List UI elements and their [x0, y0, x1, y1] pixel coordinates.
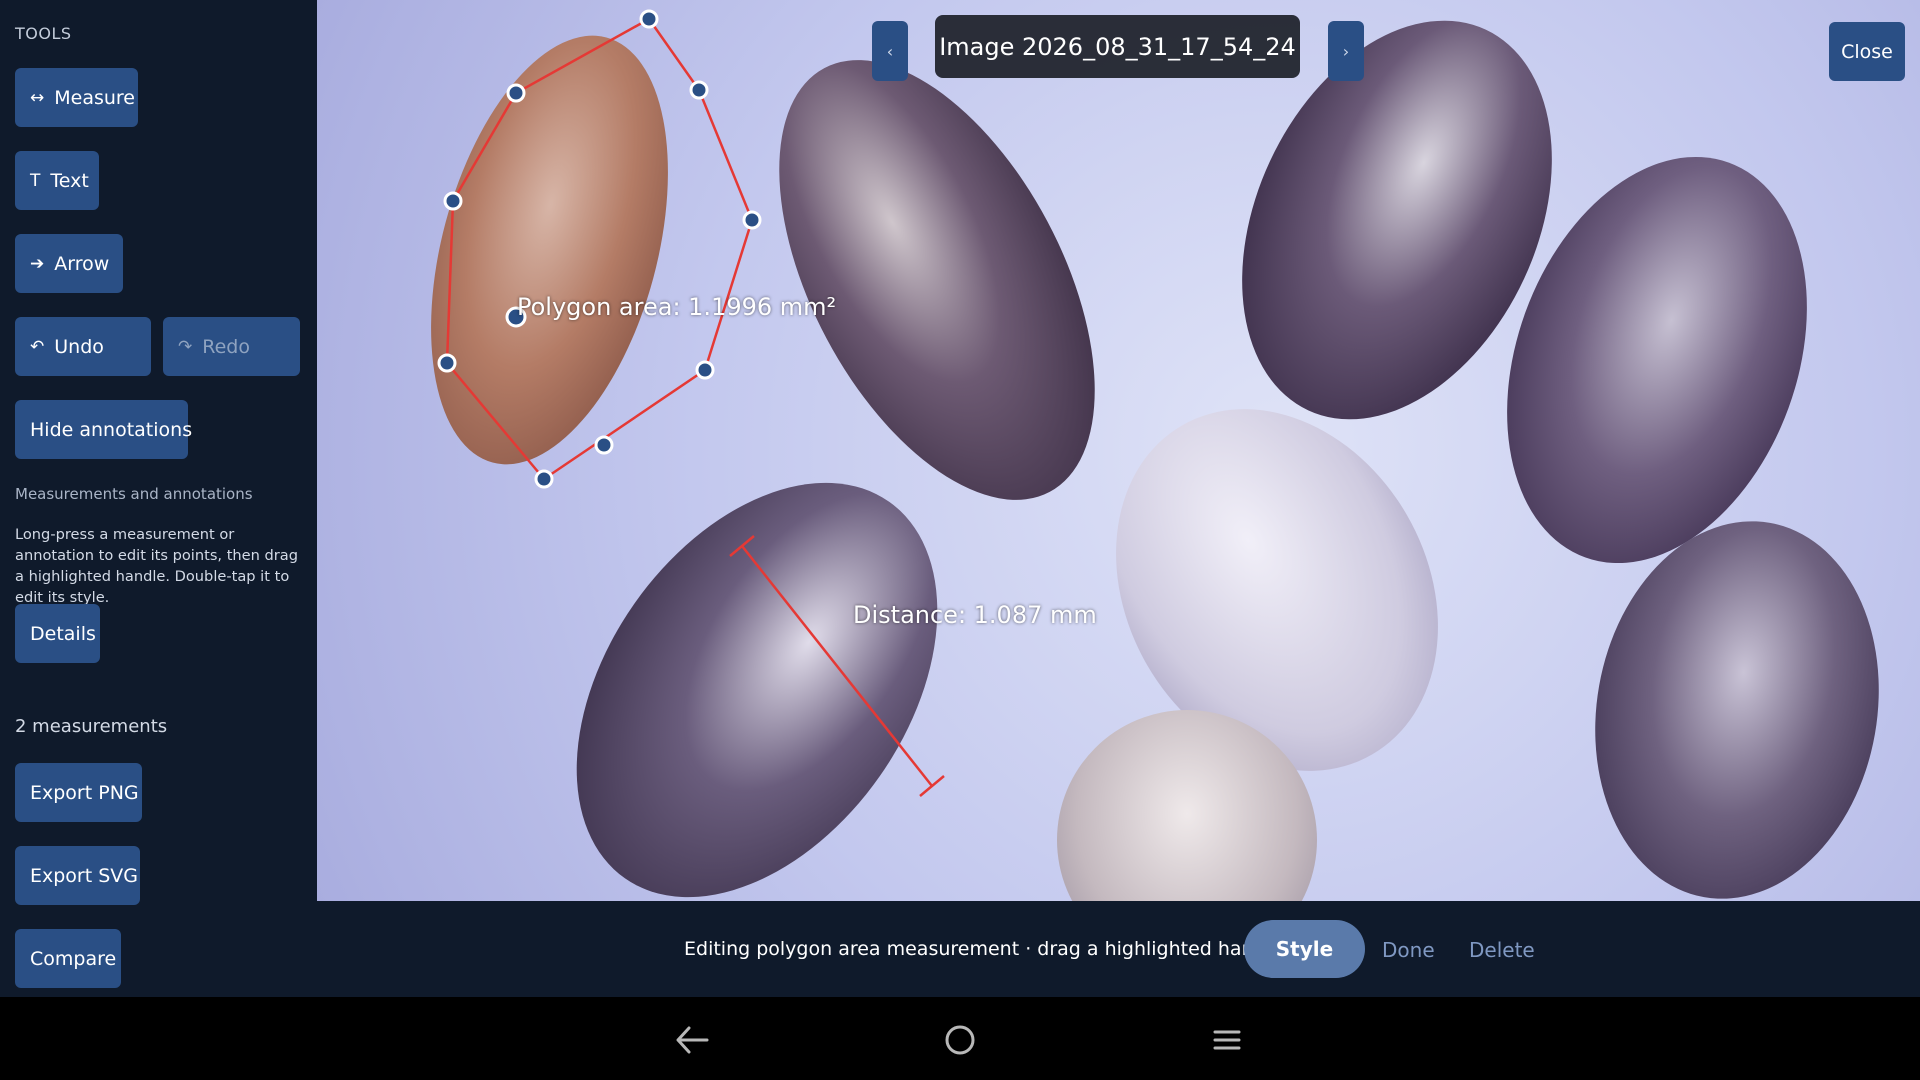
- undo-button[interactable]: ↶ Undo: [15, 317, 151, 376]
- polygon-handle[interactable]: [443, 191, 463, 211]
- arrow-button[interactable]: ➔ Arrow: [15, 234, 123, 293]
- text-label: Text: [50, 169, 89, 192]
- arrow-icon: ➔: [30, 253, 45, 274]
- distance-measurement[interactable]: [729, 535, 945, 797]
- hide-annotations-button[interactable]: Hide annotations: [15, 400, 192, 459]
- polygon-handle[interactable]: [534, 469, 554, 489]
- polygon-handles: [437, 9, 762, 489]
- previous-image-button[interactable]: ‹: [872, 21, 908, 81]
- polygon-handle[interactable]: [695, 360, 715, 380]
- polygon-handle[interactable]: [506, 83, 526, 103]
- home-icon[interactable]: [940, 1020, 980, 1060]
- help-text: Long-press a measurement or annotation t…: [15, 526, 299, 606]
- measure-label: Measure: [54, 86, 135, 109]
- export-png-button[interactable]: Export PNG: [15, 763, 142, 822]
- redo-label: Redo: [202, 335, 250, 358]
- polygon-handle[interactable]: [437, 353, 457, 373]
- delete-button[interactable]: Delete: [1469, 938, 1535, 962]
- tools-sidebar: TOOLS ↔ Measure T Text ➔ Arrow ↶ Undo ↷ …: [0, 0, 317, 997]
- measurements-section-label: Measurements and annotations: [15, 485, 253, 503]
- polygon-area-label: Polygon area: 1.1996 mm²: [517, 293, 837, 321]
- details-button[interactable]: Details: [15, 604, 100, 663]
- chevron-left-icon: ‹: [886, 41, 894, 61]
- polygon-handle[interactable]: [594, 435, 614, 455]
- style-button[interactable]: Style: [1244, 920, 1365, 978]
- redo-button[interactable]: ↷ Redo: [163, 317, 300, 376]
- back-icon[interactable]: [672, 1020, 712, 1060]
- undo-icon: ↶: [30, 336, 45, 357]
- done-button[interactable]: Done: [1382, 938, 1435, 962]
- measure-button[interactable]: ↔ Measure: [15, 68, 138, 127]
- image-title: Image 2026_08_31_17_54_24: [935, 15, 1300, 78]
- polygon-handle[interactable]: [742, 210, 762, 230]
- close-button[interactable]: Close: [1829, 22, 1905, 81]
- export-svg-button[interactable]: Export SVG: [15, 846, 140, 905]
- menu-icon[interactable]: [1207, 1020, 1247, 1060]
- polygon-handle[interactable]: [639, 9, 659, 29]
- next-image-button[interactable]: ›: [1328, 21, 1364, 81]
- arrow-label: Arrow: [54, 252, 110, 275]
- tools-heading: TOOLS: [15, 24, 72, 43]
- redo-icon: ↷: [178, 336, 193, 357]
- polygon-handle[interactable]: [689, 80, 709, 100]
- text-button[interactable]: T Text: [15, 151, 99, 210]
- compare-button[interactable]: Compare: [15, 929, 121, 988]
- annotation-overlay: [437, 9, 945, 797]
- edit-status-text: Editing polygon area measurement · drag …: [684, 938, 1283, 960]
- distance-label: Distance: 1.087 mm: [853, 601, 1097, 629]
- measurement-count: 2 measurements: [15, 716, 168, 737]
- undo-label: Undo: [54, 335, 104, 358]
- measure-icon: ↔: [30, 87, 45, 108]
- image-viewer[interactable]: Polygon area: 1.1996 mm² Distance: 1.087…: [317, 0, 1920, 901]
- text-icon: T: [30, 170, 41, 191]
- chevron-right-icon: ›: [1342, 41, 1350, 61]
